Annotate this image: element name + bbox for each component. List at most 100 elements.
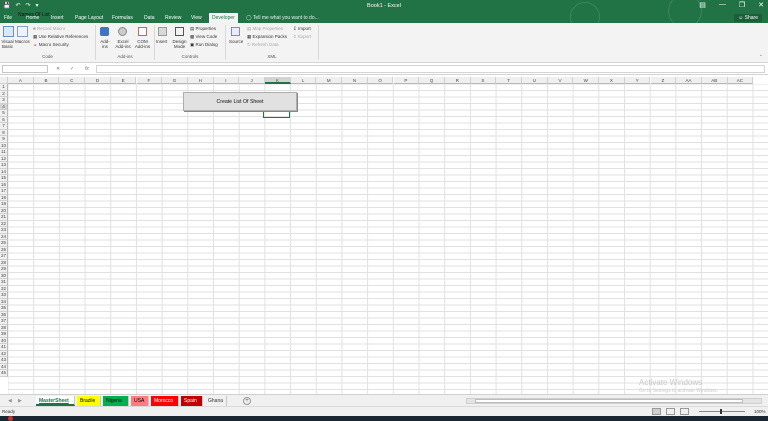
close-icon[interactable]: ✕ <box>758 1 764 9</box>
row-header[interactable]: 45 <box>0 370 8 377</box>
cell-a1[interactable]: Names Of List <box>18 12 50 18</box>
select-all-corner[interactable] <box>0 77 8 84</box>
toolbox-icon[interactable] <box>158 27 167 36</box>
design-mode-icon[interactable] <box>175 27 184 36</box>
tab-data[interactable]: Data <box>144 15 155 21</box>
sheet-tab[interactable]: Ghana <box>205 396 227 406</box>
column-header[interactable]: H <box>187 77 214 84</box>
column-header[interactable]: N <box>342 77 368 84</box>
macros-button[interactable]: Macros <box>15 39 30 44</box>
tab-insert[interactable]: Insert <box>51 15 64 21</box>
collapse-ribbon-icon[interactable]: ⌃ <box>759 54 763 59</box>
column-header[interactable]: AA <box>676 77 702 84</box>
tab-page-layout[interactable]: Page Layout <box>75 15 103 21</box>
macro-security-button[interactable]: ▲ Macro Security <box>33 42 69 47</box>
sheet-tab[interactable]: Morocco <box>151 396 179 406</box>
source-button[interactable]: Source <box>229 39 243 44</box>
create-list-of-sheet-button[interactable]: Create List Of Sheet <box>183 92 297 111</box>
column-header[interactable]: D <box>85 77 111 84</box>
gear-icon[interactable] <box>118 27 127 36</box>
column-header[interactable]: Y <box>624 77 651 84</box>
column-header[interactable]: F <box>136 77 163 84</box>
expansion-packs-button[interactable]: ▦ Expansion Packs <box>247 34 287 39</box>
active-cell-selection[interactable] <box>263 110 290 118</box>
properties-button[interactable]: ▤ Properties <box>190 26 216 31</box>
column-header[interactable]: Q <box>419 77 445 84</box>
enter-icon[interactable]: ✓ <box>70 66 74 72</box>
normal-view-icon[interactable] <box>652 408 661 415</box>
use-relative-references-button[interactable]: ▦ Use Relative References <box>33 34 88 39</box>
cancel-icon[interactable]: ✕ <box>56 66 60 72</box>
export-button[interactable]: ↥ Export <box>293 34 311 39</box>
column-header[interactable]: P <box>393 77 420 84</box>
add-sheet-icon[interactable]: + <box>243 397 251 405</box>
zoom-level[interactable]: 100% <box>754 409 766 414</box>
excel-addins-button[interactable]: Excel Add-ins <box>114 39 132 49</box>
insert-function-icon[interactable]: fx <box>85 66 89 72</box>
cell-grid[interactable] <box>8 84 768 394</box>
tab-file[interactable]: File <box>4 15 12 21</box>
horizontal-scrollbar[interactable] <box>466 398 762 404</box>
visual-basic-icon[interactable] <box>3 26 14 37</box>
column-header[interactable]: G <box>162 77 188 84</box>
column-header[interactable]: C <box>59 77 86 84</box>
start-icon[interactable] <box>8 416 13 421</box>
column-header[interactable]: E <box>110 77 137 84</box>
column-header[interactable]: T <box>496 77 522 84</box>
sheet-tab[interactable]: Spain <box>181 396 203 406</box>
import-button[interactable]: ↧ Import <box>293 26 311 31</box>
visual-basic-button[interactable]: Visual Basic <box>0 39 15 49</box>
tab-review[interactable]: Review <box>165 15 181 21</box>
column-header[interactable]: X <box>599 77 625 84</box>
minimize-icon[interactable]: — <box>719 1 726 9</box>
column-header[interactable]: J <box>239 77 265 84</box>
worksheet-grid[interactable]: A B C D E F G H I J K L M N O P Q R S T U V W X Y Z AA AB AC 1234567… <box>0 77 768 394</box>
sheet-tab[interactable]: MasterSheet <box>36 396 75 406</box>
design-mode-button[interactable]: Design Mode <box>171 39 188 49</box>
restore-icon[interactable]: ❐ <box>739 1 745 9</box>
view-code-button[interactable]: ▩ View Code <box>190 34 217 39</box>
record-macro-button[interactable]: ■ Record Macro <box>33 26 65 31</box>
page-layout-view-icon[interactable] <box>666 408 675 415</box>
zoom-slider[interactable] <box>699 409 745 414</box>
column-header[interactable]: B <box>33 77 60 84</box>
column-header[interactable]: I <box>213 77 240 84</box>
column-header[interactable]: S <box>470 77 497 84</box>
column-header[interactable]: U <box>522 77 548 84</box>
zoom-slider-thumb[interactable] <box>720 409 722 414</box>
column-header[interactable]: AB <box>701 77 728 84</box>
formula-input[interactable] <box>96 65 765 73</box>
column-header[interactable]: M <box>316 77 343 84</box>
column-header[interactable]: Z <box>650 77 677 84</box>
com-addins-icon[interactable] <box>138 27 147 36</box>
column-header[interactable]: L <box>290 77 317 84</box>
refresh-data-button[interactable]: ↻ Refresh Data <box>247 42 279 47</box>
name-box[interactable] <box>2 65 48 73</box>
column-header[interactable]: AC <box>727 77 754 84</box>
column-header[interactable]: R <box>444 77 471 84</box>
addins-icon[interactable] <box>100 27 109 36</box>
page-break-view-icon[interactable] <box>680 408 689 415</box>
insert-control-button[interactable]: Insert <box>156 39 167 44</box>
addins-button[interactable]: Add-ins <box>98 39 112 49</box>
scroll-tabs-right-icon[interactable]: ▶ <box>18 398 22 404</box>
column-header[interactable]: K <box>265 77 291 84</box>
tab-developer[interactable]: Developer <box>209 13 238 23</box>
macros-icon[interactable] <box>17 26 28 37</box>
horizontal-scroll-thumb[interactable] <box>475 399 743 403</box>
tab-formulas[interactable]: Formulas <box>112 15 133 21</box>
scroll-tabs-left-icon[interactable]: ◀ <box>8 398 12 404</box>
run-dialog-button[interactable]: ▣ Run Dialog <box>190 42 218 47</box>
column-header[interactable]: O <box>367 77 394 84</box>
sheet-tab[interactable]: USA <box>131 396 149 406</box>
tab-view[interactable]: View <box>191 15 202 21</box>
column-header[interactable]: V <box>547 77 574 84</box>
tell-me-search[interactable]: ◯ Tell me what you want to do... <box>246 15 319 21</box>
sheet-tab[interactable]: Nigeria <box>103 396 129 406</box>
column-header[interactable]: A <box>8 77 34 84</box>
column-header[interactable]: W <box>573 77 600 84</box>
sheet-tab[interactable]: Brazile <box>77 396 101 406</box>
share-button[interactable]: ☺ Share <box>734 14 762 22</box>
xml-source-icon[interactable] <box>231 27 240 36</box>
map-properties-button[interactable]: ▤ Map Properties <box>247 26 283 31</box>
